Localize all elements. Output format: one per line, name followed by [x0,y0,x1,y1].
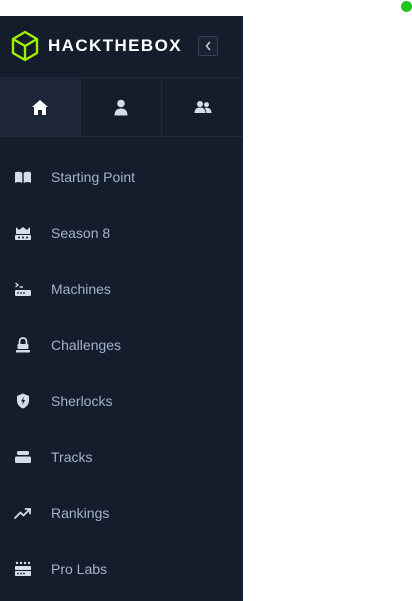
nav-item-tracks[interactable]: Tracks [0,429,243,485]
nav-item-machines[interactable]: Machines [0,261,243,317]
nav-item-challenges[interactable]: Challenges [0,317,243,373]
nav-item-season-8[interactable]: Season 8 [0,205,243,261]
nav-label-pro-labs: Pro Labs [51,561,108,577]
home-icon [32,99,48,115]
nav-label-season-8: Season 8 [51,225,111,241]
book-open-icon [13,168,33,186]
shield-bolt-icon [13,392,33,410]
nav-label-starting-point: Starting Point [51,169,136,185]
page: HACKTHEBOX Starting Point Season 8 Machi… [0,0,412,601]
nav-item-rankings[interactable]: Rankings [0,485,243,541]
nav-label-challenges: Challenges [51,337,122,353]
sidebar-tabs [0,78,243,137]
hexagon-cube-icon[interactable] [10,30,40,62]
stack-icon [13,448,33,466]
brand-name[interactable]: HACKTHEBOX [48,36,182,56]
brand-header: HACKTHEBOX [0,16,243,78]
tab-home[interactable] [0,78,81,136]
sidebar: HACKTHEBOX Starting Point Season 8 Machi… [0,16,243,601]
user-icon [114,99,128,115]
nav-item-starting-point[interactable]: Starting Point [0,149,243,205]
lab-panel-icon [13,560,33,578]
tab-profile[interactable] [81,78,162,136]
tab-teams[interactable] [162,78,243,136]
users-icon [194,101,211,113]
main-nav: Starting Point Season 8 Machines Challen… [0,149,243,597]
nav-item-pro-labs[interactable]: Pro Labs [0,541,243,597]
nav-item-sherlocks[interactable]: Sherlocks [0,373,243,429]
nav-label-sherlocks: Sherlocks [51,393,113,409]
lock-icon [13,336,33,354]
crown-icon [13,224,33,242]
trending-up-icon [13,504,33,522]
nav-label-machines: Machines [51,281,111,297]
chevron-left-icon [205,41,211,51]
server-terminal-icon [13,280,33,298]
nav-label-rankings: Rankings [51,505,110,521]
nav-label-tracks: Tracks [51,449,93,465]
status-indicator-dot [401,1,412,12]
collapse-sidebar-button[interactable] [198,36,218,56]
